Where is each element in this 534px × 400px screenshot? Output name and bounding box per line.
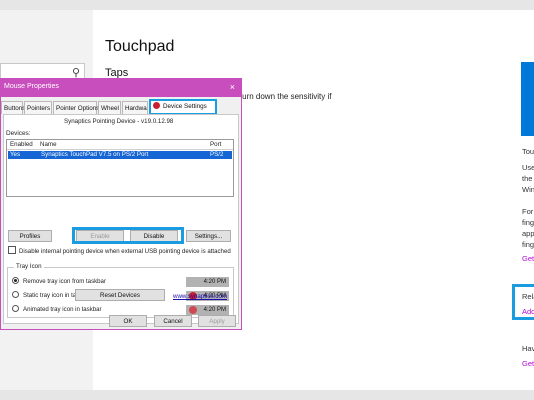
related-settings-heading: Rela: [522, 292, 534, 301]
help-text-line: For: [522, 207, 534, 216]
help-text-line: Win: [522, 185, 534, 194]
get-help-link[interactable]: Get: [522, 254, 534, 263]
settings-button[interactable]: Settings...: [186, 230, 231, 242]
header-divider: [7, 149, 233, 150]
help-text-line: fing: [522, 240, 534, 249]
radio-label: Animated tray icon in taskbar: [23, 306, 102, 313]
device-list[interactable]: Enabled Name Port Yes Synaptics TouchPad…: [6, 139, 234, 197]
touchpad-help-heading: Tou: [522, 147, 534, 156]
column-enabled[interactable]: Enabled: [10, 141, 33, 148]
tab-device-settings[interactable]: Device Settings: [149, 99, 217, 115]
tab-buttons[interactable]: Buttons: [1, 101, 25, 114]
table-row[interactable]: Yes Synaptics TouchPad V7.5 on PS/2 Port…: [8, 151, 232, 159]
device-version: Synaptics Pointing Device - v19.0.12.98: [64, 118, 174, 125]
radio-button[interactable]: [12, 291, 19, 298]
radio-button[interactable]: [12, 277, 19, 284]
disable-internal-label: Disable internal pointing device when ex…: [19, 248, 231, 255]
preview-time: 4:20 PM: [203, 279, 226, 285]
tab-device-settings-label: Device Settings: [163, 103, 207, 110]
tray-preview: 4:20 PM: [186, 277, 229, 287]
have-question-heading: Hav: [522, 344, 534, 353]
radio-label: Remove tray icon from taskbar: [23, 278, 106, 285]
radio-remove-tray-icon[interactable]: Remove tray icon from taskbar: [12, 277, 106, 285]
help-text-line: fing: [522, 218, 534, 227]
help-text-line: app: [522, 229, 534, 238]
additional-mouse-options-link[interactable]: Add: [522, 307, 534, 316]
synaptics-website-link[interactable]: www.synaptics.com: [173, 293, 227, 300]
column-name[interactable]: Name: [40, 141, 57, 148]
enable-disable-highlight: [72, 227, 184, 244]
synaptics-tray-icon: [189, 306, 197, 314]
get-help-link-2[interactable]: Get: [522, 359, 534, 368]
tab-pointers[interactable]: Pointers: [24, 101, 52, 114]
dialog-titlebar[interactable]: Mouse Properties ×: [1, 79, 241, 97]
synaptics-icon: [153, 102, 160, 109]
help-text-line: Use: [522, 163, 534, 172]
disable-internal-checkbox[interactable]: Disable internal pointing device when ex…: [8, 246, 231, 255]
radio-button[interactable]: [12, 305, 19, 312]
apply-button[interactable]: Apply: [198, 315, 236, 327]
taps-description: t. Turn down the sensitivity if: [231, 92, 332, 101]
dialog-title: Mouse Properties: [4, 83, 59, 90]
devices-label: Devices:: [6, 130, 31, 137]
close-icon[interactable]: ×: [230, 82, 235, 92]
tray-preview: 4:20 PM: [186, 305, 229, 315]
tray-icon-legend: Tray Icon: [14, 263, 44, 270]
radio-animated-tray-icon[interactable]: Animated tray icon in taskbar: [12, 305, 102, 313]
reset-devices-button[interactable]: Reset Devices: [75, 289, 165, 301]
tab-hardware[interactable]: Hardware: [122, 101, 148, 114]
ok-button[interactable]: OK: [109, 315, 147, 327]
tab-strip: Buttons Pointers Pointer Options Wheel H…: [1, 99, 241, 115]
row-name: Synaptics TouchPad V7.5 on PS/2 Port: [41, 151, 149, 158]
mouse-properties-dialog: Mouse Properties × Buttons Pointers Poin…: [0, 78, 242, 330]
page-title: Touchpad: [105, 38, 175, 55]
tab-wheel[interactable]: Wheel: [98, 101, 121, 114]
profiles-button[interactable]: Profiles: [8, 230, 52, 242]
column-port[interactable]: Port: [210, 141, 221, 148]
touchpad-video-tile[interactable]: [521, 62, 534, 136]
help-text-line: the: [522, 174, 533, 183]
row-port: PS/2: [210, 151, 224, 158]
cancel-button[interactable]: Cancel: [154, 315, 192, 327]
checkbox[interactable]: [8, 246, 16, 254]
tab-pointer-options[interactable]: Pointer Options: [53, 101, 99, 114]
preview-time: 4:20 PM: [203, 307, 226, 313]
row-enabled: Yes: [10, 151, 21, 158]
